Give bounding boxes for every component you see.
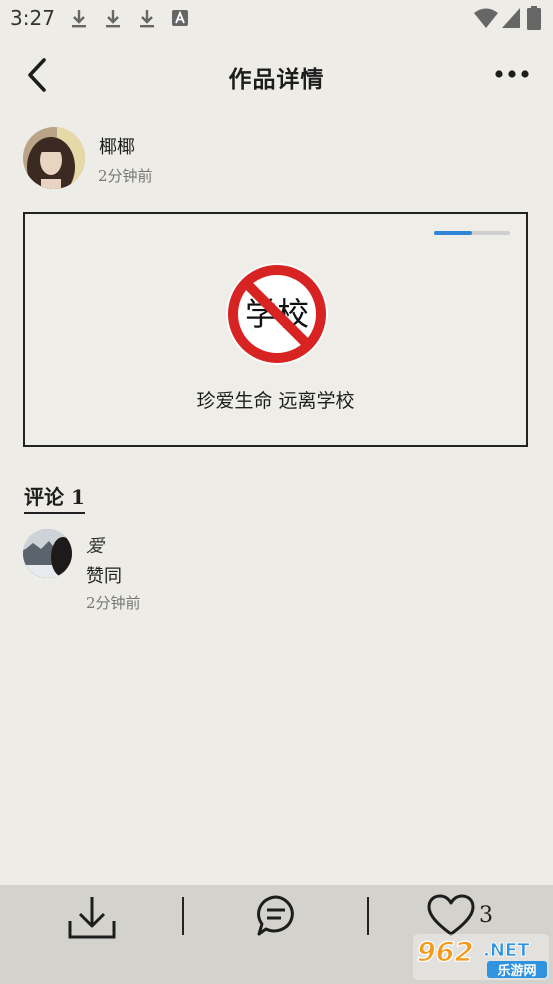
like-count: 3 xyxy=(479,903,493,928)
more-options-icon[interactable] xyxy=(492,62,532,86)
app-notification-icon xyxy=(172,10,188,26)
bottom-action-bar: 3 962 .NET 乐游网 xyxy=(0,885,553,984)
divider xyxy=(367,897,369,935)
battery-icon xyxy=(527,6,541,30)
author-avatar[interactable] xyxy=(23,127,85,189)
download-icon[interactable] xyxy=(66,893,118,941)
comment-timestamp: 2分钟前 xyxy=(86,594,141,612)
progress-bar xyxy=(434,231,510,235)
svg-text:962: 962 xyxy=(417,937,473,968)
commenter-avatar[interactable] xyxy=(23,529,72,578)
page-title: 作品详情 xyxy=(228,66,325,93)
commenter-name[interactable]: 爱 xyxy=(86,532,104,558)
status-time: 3:27 xyxy=(10,6,55,30)
author-name[interactable]: 椰椰 xyxy=(99,133,135,159)
svg-text:.NET: .NET xyxy=(483,940,530,961)
comments-heading: 评论 1 xyxy=(24,481,85,514)
comment-icon[interactable] xyxy=(253,893,299,939)
download-notification-icon xyxy=(140,10,154,28)
site-watermark-logo: 962 .NET 乐游网 xyxy=(413,934,549,980)
svg-text:乐游网: 乐游网 xyxy=(497,963,536,979)
signal-icon xyxy=(502,8,520,28)
post-timestamp: 2分钟前 xyxy=(98,167,153,185)
wifi-icon xyxy=(474,8,498,28)
download-notification-icon xyxy=(72,10,86,28)
download-notification-icon xyxy=(106,10,120,28)
post-text: 珍爱生命 远离学校 xyxy=(196,390,355,412)
status-bar: 3:27 xyxy=(0,0,553,38)
progress-fill xyxy=(434,231,472,235)
no-school-sign-image: 学校 xyxy=(226,263,328,365)
comment-text: 赞同 xyxy=(86,566,122,587)
heart-icon[interactable] xyxy=(427,894,475,938)
divider xyxy=(182,897,184,935)
post-card[interactable]: 学校 珍爱生命 远离学校 xyxy=(23,212,528,447)
